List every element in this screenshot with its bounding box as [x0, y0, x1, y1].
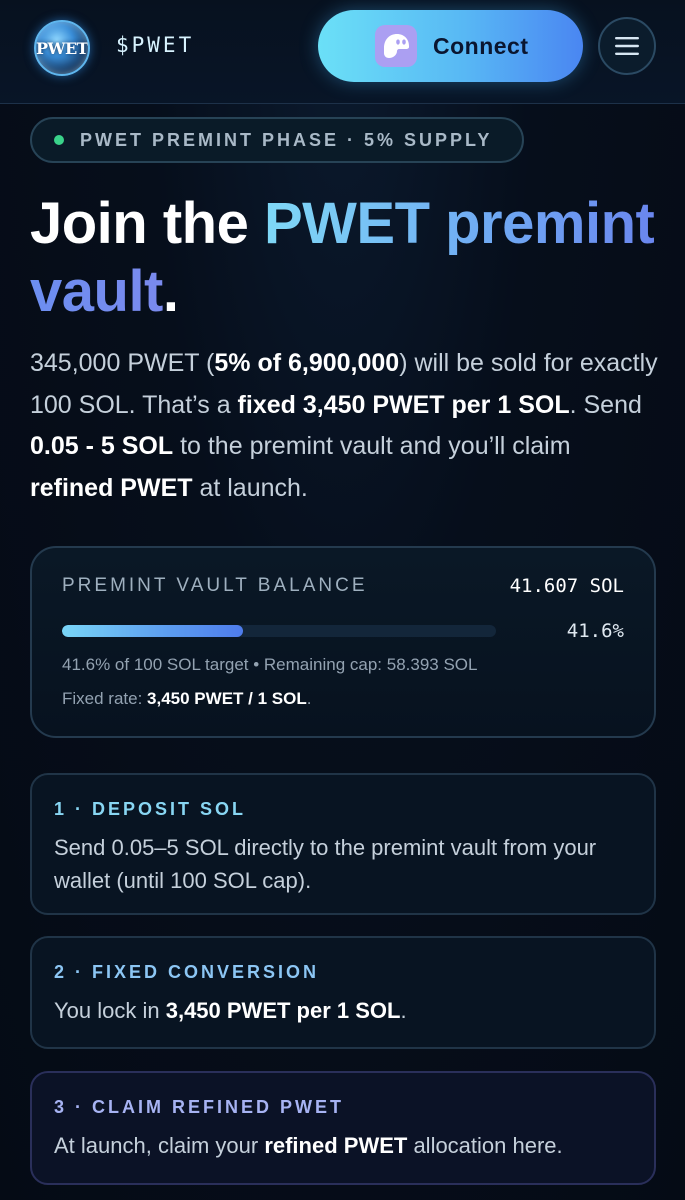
title-highlight: PWET premint	[263, 191, 655, 256]
phase-badge: PWET PREMINT PHASE · 5% SUPPLY	[30, 117, 524, 163]
logo-text: PWET	[35, 38, 89, 58]
desc-bold: 0.05 - 5 SOL	[30, 432, 174, 460]
desc-text: 345,000 PWET (	[30, 349, 215, 377]
top-nav: PWET $PWET Connect	[0, 0, 685, 104]
phase-text: PWET PREMINT PHASE · 5% SUPPLY	[80, 129, 493, 150]
page-title: Join the PWET premint vault.	[30, 190, 670, 326]
page: PWET $PWET Connect PWET PREMINT PHASE · …	[0, 0, 685, 1200]
connect-wallet-button[interactable]: Connect	[318, 10, 583, 82]
intro-description: 345,000 PWET (5% of 6,900,000) will be s…	[30, 343, 660, 509]
desc-bold: fixed 3,450 PWET per 1 SOL	[237, 390, 570, 419]
progress-bar	[62, 625, 496, 637]
desc-bold: refined PWET	[30, 473, 193, 502]
desc-bold: 5% of 6,900,000	[214, 349, 400, 377]
desc-text: . Send	[569, 390, 642, 419]
vault-balance-value: 41.607 SOL	[509, 575, 624, 597]
rate-suffix: .	[306, 689, 312, 708]
status-dot-icon	[54, 135, 64, 145]
menu-button[interactable]	[598, 17, 656, 75]
step-body: Send 0.05–5 SOL directly to the premint …	[54, 835, 597, 893]
rate-prefix: Fixed rate:	[62, 689, 148, 708]
title-highlight-2: vault	[30, 259, 163, 324]
step-body-text: allocation here.	[407, 1133, 563, 1158]
hamburger-menu-icon	[615, 37, 639, 55]
step-body: You lock in 3,450 PWET per 1 SOL.	[54, 994, 639, 1027]
step-body: At launch, claim your refined PWET alloc…	[54, 1129, 639, 1162]
step-body-text: You lock in	[54, 998, 166, 1023]
step-body-text: .	[400, 998, 407, 1023]
vault-balance-card: PREMINT VAULT BALANCE 41.607 SOL 41.6% 4…	[30, 546, 656, 738]
rate-value: 3,450 PWET / 1 SOL	[147, 689, 307, 708]
token-ticker: $PWET	[116, 33, 195, 57]
step-card-claim: 3 · CLAIM REFINED PWET At launch, claim …	[30, 1071, 656, 1185]
vault-label: PREMINT VAULT BALANCE	[62, 575, 368, 596]
desc-text: to the premint vault and you’ll claim	[173, 432, 571, 460]
progress-fill	[62, 625, 243, 637]
fixed-rate-text: Fixed rate: 3,450 PWET / 1 SOL.	[62, 689, 311, 709]
title-part-1: Join the	[30, 191, 264, 256]
step-body-bold: refined PWET	[264, 1133, 408, 1158]
step-card-deposit: 1 · DEPOSIT SOL Send 0.05–5 SOL directly…	[30, 773, 656, 915]
desc-text: at launch.	[192, 473, 308, 502]
pwet-logo[interactable]: PWET	[34, 20, 90, 76]
connect-label: Connect	[433, 32, 529, 59]
phantom-ghost-icon	[375, 25, 417, 67]
step-body-bold: 3,450 PWET per 1 SOL	[165, 998, 401, 1023]
step-body-text: At launch, claim your	[54, 1133, 265, 1158]
title-period: .	[162, 259, 179, 324]
vault-target-text: 41.6% of 100 SOL target • Remaining cap:…	[62, 655, 478, 674]
step-title: 1 · DEPOSIT SOL	[54, 799, 247, 819]
progress-percent: 41.6%	[566, 620, 624, 642]
step-title: 3 · CLAIM REFINED PWET	[54, 1097, 344, 1117]
step-card-conversion: 2 · FIXED CONVERSION You lock in 3,450 P…	[30, 936, 656, 1049]
step-title: 2 · FIXED CONVERSION	[54, 962, 320, 982]
